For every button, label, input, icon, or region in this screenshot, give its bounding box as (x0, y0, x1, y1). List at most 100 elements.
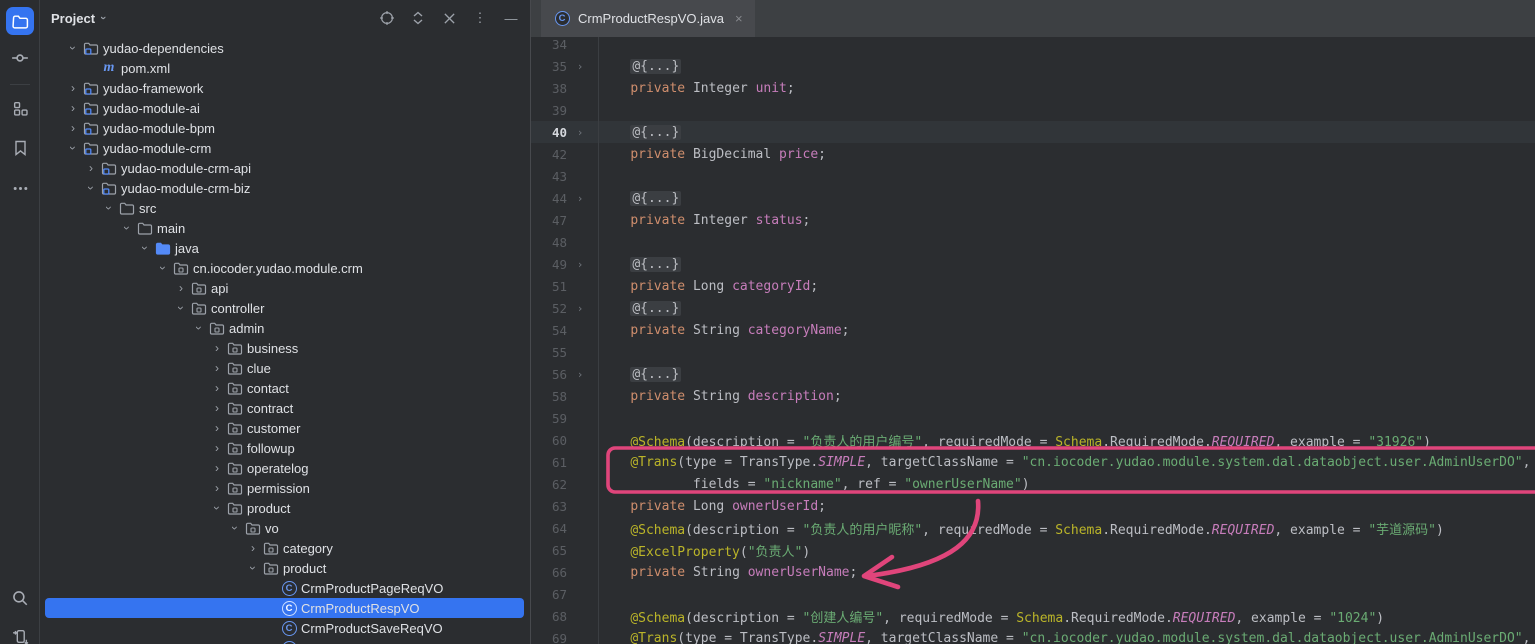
line-number[interactable]: 67 (531, 587, 567, 602)
gutter[interactable]: 63 (531, 495, 599, 517)
chevron-collapsed-icon[interactable]: › (208, 401, 226, 415)
gutter[interactable]: 52› (531, 297, 599, 319)
line-number[interactable]: 44 (531, 191, 567, 206)
gutter[interactable]: 59 (531, 407, 599, 429)
chevron-collapsed-icon[interactable]: › (208, 441, 226, 455)
chevron-collapsed-icon[interactable]: › (208, 461, 226, 475)
chevron-collapsed-icon[interactable]: › (208, 481, 226, 495)
chevron-expanded-icon[interactable]: › (66, 139, 80, 157)
gutter[interactable]: 48 (531, 231, 599, 253)
gutter[interactable]: 66 (531, 561, 599, 583)
tree-item-followup[interactable]: ›followup (41, 438, 530, 458)
gutter[interactable]: 43 (531, 165, 599, 187)
chevron-collapsed-icon[interactable]: › (244, 541, 262, 555)
tree-item-crmproductpagereqvo[interactable]: CCrmProductPageReqVO (41, 578, 530, 598)
line-number[interactable]: 61 (531, 455, 567, 470)
gutter[interactable]: 67 (531, 583, 599, 605)
tree-item-crmproductrespvo[interactable]: CCrmProductRespVO (41, 598, 530, 618)
chevron-collapsed-icon[interactable]: › (82, 161, 100, 175)
gutter[interactable]: 49› (531, 253, 599, 275)
hide-panel-icon[interactable]: — (502, 9, 520, 27)
more-tools-icon[interactable] (6, 174, 34, 202)
gutter[interactable]: 61 (531, 451, 599, 473)
line-number[interactable]: 62 (531, 477, 567, 492)
line-number[interactable]: 68 (531, 609, 567, 624)
commit-tool-icon[interactable] (6, 44, 34, 72)
line-number[interactable]: 56 (531, 367, 567, 382)
chevron-expanded-icon[interactable]: › (102, 199, 116, 217)
line-number[interactable]: 39 (531, 103, 567, 118)
close-icon[interactable]: × (731, 11, 743, 26)
chevron-expanded-icon[interactable]: › (66, 39, 80, 57)
folded-region[interactable]: @{...} (630, 59, 681, 74)
tree-item-contract[interactable]: ›contract (41, 398, 530, 418)
gutter[interactable]: 39 (531, 99, 599, 121)
code-line-48[interactable]: 48 (531, 231, 1535, 253)
gutter[interactable]: 69 (531, 627, 599, 644)
tree-item-yudao-module-ai[interactable]: ›yudao-module-ai (41, 98, 530, 118)
line-number[interactable]: 52 (531, 301, 567, 316)
line-number[interactable]: 58 (531, 389, 567, 404)
gutter[interactable]: 51 (531, 275, 599, 297)
folded-region[interactable]: @{...} (630, 301, 681, 316)
line-number[interactable]: 40 (531, 125, 567, 140)
gutter[interactable]: 65 (531, 539, 599, 561)
tree-item-controller[interactable]: ›controller (41, 298, 530, 318)
chevron-expanded-icon[interactable]: › (228, 519, 242, 537)
code-line-51[interactable]: 51 private Long categoryId; (531, 275, 1535, 297)
tree-item-customer[interactable]: ›customer (41, 418, 530, 438)
chevron-expanded-icon[interactable]: › (138, 239, 152, 257)
code-line-35[interactable]: 35› @{...} (531, 55, 1535, 77)
tree-item-product[interactable]: ›product (41, 558, 530, 578)
tree-item-contact[interactable]: ›contact (41, 378, 530, 398)
tree-item-main[interactable]: ›main (41, 218, 530, 238)
code-line-61[interactable]: 61 @Trans(type = TransType.SIMPLE, targe… (531, 451, 1535, 473)
chevron-expanded-icon[interactable]: › (174, 299, 188, 317)
tree-item-crmproductsavereqvo[interactable]: CCrmProductSaveReqVO (41, 618, 530, 638)
folded-region[interactable]: @{...} (630, 191, 681, 206)
fold-chevron-icon[interactable]: › (567, 60, 593, 73)
code-line-62[interactable]: 62 fields = "nickname", ref = "ownerUser… (531, 473, 1535, 495)
folded-region[interactable]: @{...} (630, 367, 681, 382)
code-line-63[interactable]: 63 private Long ownerUserId; (531, 495, 1535, 517)
code-line-49[interactable]: 49› @{...} (531, 253, 1535, 275)
code-line-65[interactable]: 65 @ExcelProperty("负责人") (531, 539, 1535, 561)
tree-item-business[interactable]: ›business (41, 338, 530, 358)
options-menu-icon[interactable]: ⋮ (471, 9, 489, 27)
line-number[interactable]: 42 (531, 147, 567, 162)
tree-item-yudao-module-bpm[interactable]: ›yudao-module-bpm (41, 118, 530, 138)
chevron-collapsed-icon[interactable]: › (64, 101, 82, 115)
fold-chevron-icon[interactable]: › (567, 192, 593, 205)
tree-item-pom.xml[interactable]: mpom.xml (41, 58, 530, 78)
tree-item-operatelog[interactable]: ›operatelog (41, 458, 530, 478)
collapse-all-icon[interactable] (440, 9, 458, 27)
code-line-60[interactable]: 60 @Schema(description = "负责人的用户编号", req… (531, 429, 1535, 451)
tree-item-cn.iocoder.yudao.module.crm[interactable]: ›cn.iocoder.yudao.module.crm (41, 258, 530, 278)
line-number[interactable]: 47 (531, 213, 567, 228)
chevron-collapsed-icon[interactable]: › (208, 381, 226, 395)
gutter[interactable]: 58 (531, 385, 599, 407)
fold-chevron-icon[interactable]: › (567, 126, 593, 139)
code-line-42[interactable]: 42 private BigDecimal price; (531, 143, 1535, 165)
gutter[interactable]: 55 (531, 341, 599, 363)
code-line-55[interactable]: 55 (531, 341, 1535, 363)
code-line-56[interactable]: 56› @{...} (531, 363, 1535, 385)
line-number[interactable]: 54 (531, 323, 567, 338)
code-line-54[interactable]: 54 private String categoryName; (531, 319, 1535, 341)
gutter[interactable]: 44› (531, 187, 599, 209)
code-line-52[interactable]: 52› @{...} (531, 297, 1535, 319)
code-line-44[interactable]: 44› @{...} (531, 187, 1535, 209)
tab-crmproductrespvo[interactable]: C CrmProductRespVO.java × (541, 0, 755, 37)
gutter[interactable]: 62 (531, 473, 599, 495)
tree-item-yudao-module-crm-biz[interactable]: ›yudao-module-crm-biz (41, 178, 530, 198)
gutter[interactable]: 40› (531, 121, 599, 143)
fold-chevron-icon[interactable]: › (567, 302, 593, 315)
line-number[interactable]: 34 (531, 37, 567, 52)
tree-item-admin[interactable]: ›admin (41, 318, 530, 338)
structure-tool-icon[interactable] (6, 94, 34, 122)
chevron-collapsed-icon[interactable]: › (64, 81, 82, 95)
code-line-38[interactable]: 38 private Integer unit; (531, 77, 1535, 99)
code-line-34[interactable]: 34 (531, 37, 1535, 55)
folded-region[interactable]: @{...} (630, 125, 681, 140)
tree-item-clue[interactable]: ›clue (41, 358, 530, 378)
